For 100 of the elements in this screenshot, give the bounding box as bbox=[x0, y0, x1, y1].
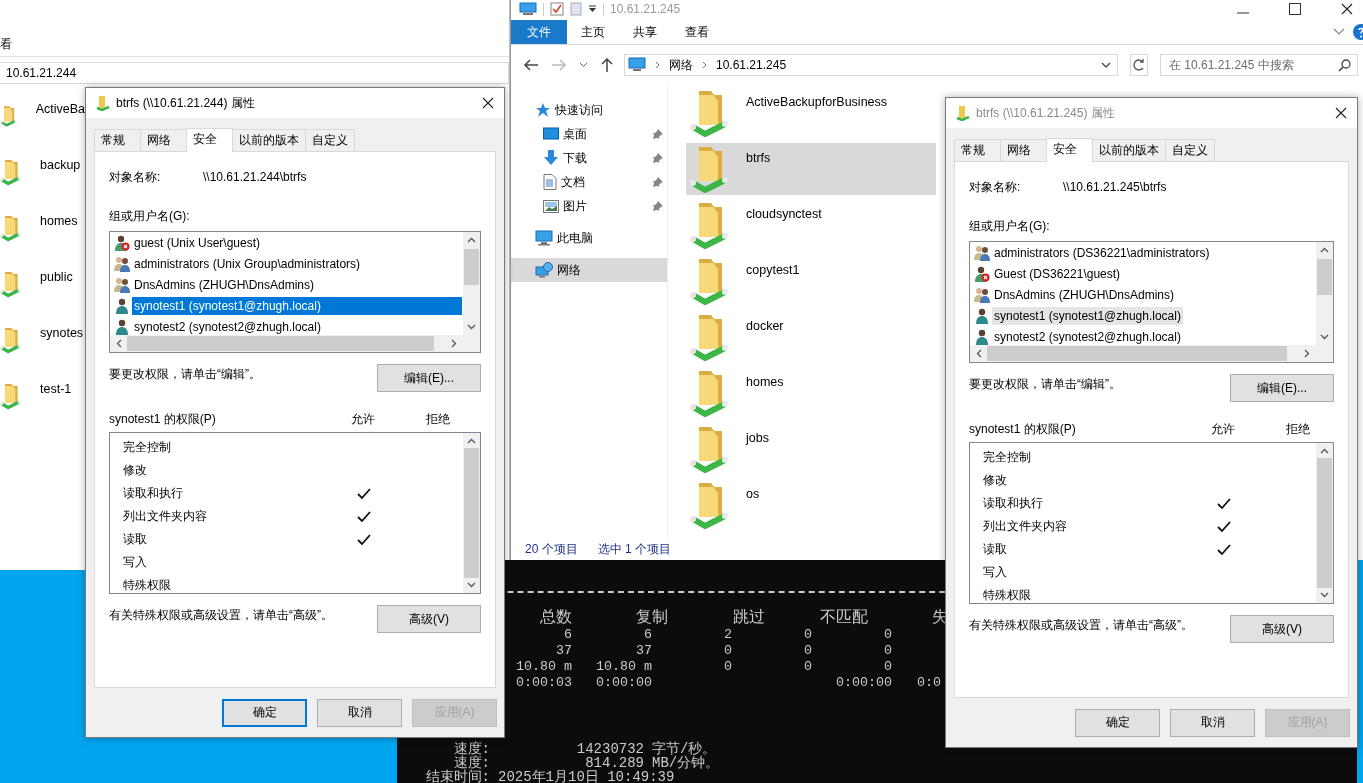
scroll-down-icon[interactable] bbox=[1320, 334, 1329, 340]
scrollbar-thumb[interactable] bbox=[464, 249, 479, 285]
dialog-button[interactable]: 确定 bbox=[222, 698, 307, 727]
scroll-right-icon[interactable] bbox=[451, 339, 457, 348]
vertical-scrollbar[interactable] bbox=[1316, 242, 1333, 345]
address-bar[interactable]: 网络 10.61.21.245 bbox=[624, 54, 1118, 76]
vertical-scrollbar[interactable] bbox=[1316, 443, 1333, 603]
scrollbar-thumb[interactable] bbox=[1317, 259, 1332, 295]
scroll-up-icon[interactable] bbox=[467, 237, 476, 243]
expand-ribbon-icon[interactable] bbox=[1333, 28, 1345, 36]
advanced-button[interactable]: 高级(V) bbox=[1230, 615, 1334, 643]
folder-item[interactable]: docker bbox=[686, 311, 936, 363]
scroll-down-icon[interactable] bbox=[467, 324, 476, 330]
tab[interactable]: 常规 bbox=[954, 139, 1001, 161]
folder-item[interactable]: test-1 bbox=[0, 372, 85, 428]
scroll-left-icon[interactable] bbox=[116, 339, 122, 348]
refresh-icon[interactable] bbox=[1130, 54, 1148, 76]
console-cell-text: 0 bbox=[883, 627, 892, 643]
principal-item[interactable]: synotest1 (synotest1@zhugh.local) bbox=[132, 296, 462, 315]
folder-item[interactable]: ActiveBa bbox=[0, 92, 85, 148]
scroll-up-icon[interactable] bbox=[467, 438, 476, 444]
principal-item[interactable]: DnsAdmins (ZHUGH\DnsAdmins) bbox=[992, 285, 1177, 304]
scroll-up-icon[interactable] bbox=[1320, 448, 1329, 454]
close-icon[interactable] bbox=[1335, 107, 1347, 119]
principal-item[interactable]: guest (Unix User\guest) bbox=[132, 233, 263, 252]
dropdown-icon[interactable] bbox=[579, 62, 588, 68]
shared-folder-icon bbox=[690, 145, 730, 193]
ribbon-tab[interactable]: 看 bbox=[0, 35, 16, 53]
principal-item[interactable]: administrators (DS36221\administrators) bbox=[992, 243, 1212, 262]
horizontal-scrollbar[interactable] bbox=[970, 345, 1316, 362]
nav-item[interactable]: 网络 bbox=[511, 258, 667, 282]
folder-item[interactable]: homes bbox=[0, 204, 85, 260]
properties-icon[interactable] bbox=[550, 2, 564, 16]
scroll-up-icon[interactable] bbox=[1320, 247, 1329, 253]
nav-item[interactable]: 快速访问 bbox=[511, 98, 667, 122]
horizontal-scrollbar[interactable] bbox=[110, 335, 463, 352]
principal-item[interactable]: synotest2 (synotest2@zhugh.local) bbox=[132, 317, 323, 335]
file-menu-button[interactable]: 文件 bbox=[511, 20, 567, 44]
console-cell-text: 0 bbox=[883, 659, 892, 675]
folder-item[interactable]: homes bbox=[686, 367, 936, 419]
ribbon-tab[interactable]: 共享 bbox=[619, 20, 671, 44]
principal-item[interactable]: synotest1 (synotest1@zhugh.local) bbox=[992, 306, 1183, 325]
ribbon-tab[interactable]: 查看 bbox=[671, 20, 723, 44]
principal-item[interactable]: Guest (DS36221\guest) bbox=[992, 264, 1123, 283]
tab[interactable]: 安全 bbox=[186, 128, 233, 152]
nav-item[interactable]: 图片 bbox=[511, 194, 667, 218]
back-icon[interactable] bbox=[523, 58, 539, 72]
folder-item[interactable]: ActiveBackupforBusiness bbox=[686, 87, 936, 139]
search-field[interactable]: 在 10.61.21.245 中搜索 bbox=[1160, 54, 1358, 76]
scroll-left-icon[interactable] bbox=[976, 349, 982, 358]
folder-item[interactable]: copytest1 bbox=[686, 255, 936, 307]
advanced-button[interactable]: 高级(V) bbox=[377, 605, 481, 633]
console-cell-text: 6 bbox=[643, 627, 652, 643]
tab[interactable]: 自定义 bbox=[305, 129, 355, 151]
computer-icon[interactable] bbox=[519, 2, 537, 16]
star-icon bbox=[535, 102, 551, 118]
folder-item[interactable]: btrfs bbox=[686, 143, 936, 195]
nav-item[interactable]: 下载 bbox=[511, 146, 667, 170]
tab[interactable]: 安全 bbox=[1046, 138, 1093, 162]
folder-item[interactable]: os bbox=[686, 479, 936, 531]
edit-button[interactable]: 编辑(E)... bbox=[377, 364, 481, 392]
folder-item[interactable]: cloudsynctest bbox=[686, 199, 936, 251]
search-icon bbox=[1338, 58, 1351, 72]
address-bar[interactable]: 10.61.21.244 bbox=[0, 62, 509, 84]
principal-item[interactable]: administrators (Unix Group\administrators) bbox=[132, 254, 363, 273]
permission-name: 读取和执行 bbox=[983, 495, 1044, 512]
folder-item[interactable]: synotes bbox=[0, 316, 85, 372]
maximize-icon[interactable] bbox=[1289, 3, 1301, 15]
ribbon-tab[interactable]: 主页 bbox=[567, 20, 619, 44]
tab[interactable]: 常规 bbox=[94, 129, 141, 151]
scrollbar-thumb[interactable] bbox=[987, 346, 1287, 361]
customize-toolbar-icon[interactable] bbox=[588, 5, 597, 13]
close-icon[interactable] bbox=[1341, 3, 1353, 15]
scroll-right-icon[interactable] bbox=[1304, 349, 1310, 358]
tab[interactable]: 自定义 bbox=[1165, 139, 1215, 161]
folder-item[interactable]: jobs bbox=[686, 423, 936, 475]
dialog-button[interactable]: 取消 bbox=[317, 698, 402, 727]
nav-item[interactable]: 桌面 bbox=[511, 122, 667, 146]
console-cell-text: 0 bbox=[803, 643, 812, 659]
nav-item[interactable]: 文档 bbox=[511, 170, 667, 194]
scrollbar-thumb[interactable] bbox=[127, 336, 434, 351]
folder-item[interactable]: public bbox=[0, 260, 85, 316]
vertical-scrollbar[interactable] bbox=[463, 232, 480, 335]
dialog-button[interactable]: 确定 bbox=[1075, 708, 1160, 737]
close-icon[interactable] bbox=[482, 97, 494, 109]
up-icon[interactable] bbox=[600, 57, 614, 73]
dialog-button[interactable]: 取消 bbox=[1170, 708, 1255, 737]
nav-item[interactable]: 此电脑 bbox=[511, 226, 667, 250]
principal-item[interactable]: synotest2 (synotest2@zhugh.local) bbox=[992, 327, 1183, 345]
folder-item[interactable]: backup bbox=[0, 148, 85, 204]
scrollbar-thumb[interactable] bbox=[464, 448, 479, 578]
scroll-down-icon[interactable] bbox=[1320, 592, 1329, 598]
scrollbar-thumb[interactable] bbox=[1317, 458, 1332, 588]
dropdown-icon[interactable] bbox=[1101, 62, 1111, 68]
edit-button[interactable]: 编辑(E)... bbox=[1230, 374, 1334, 402]
scroll-down-icon[interactable] bbox=[467, 582, 476, 588]
principal-item[interactable]: DnsAdmins (ZHUGH\DnsAdmins) bbox=[132, 275, 317, 294]
chevron-right-icon bbox=[655, 61, 660, 69]
vertical-scrollbar[interactable] bbox=[463, 433, 480, 593]
console-value: 2025年1月10日 10:49:39 bbox=[497, 770, 676, 783]
